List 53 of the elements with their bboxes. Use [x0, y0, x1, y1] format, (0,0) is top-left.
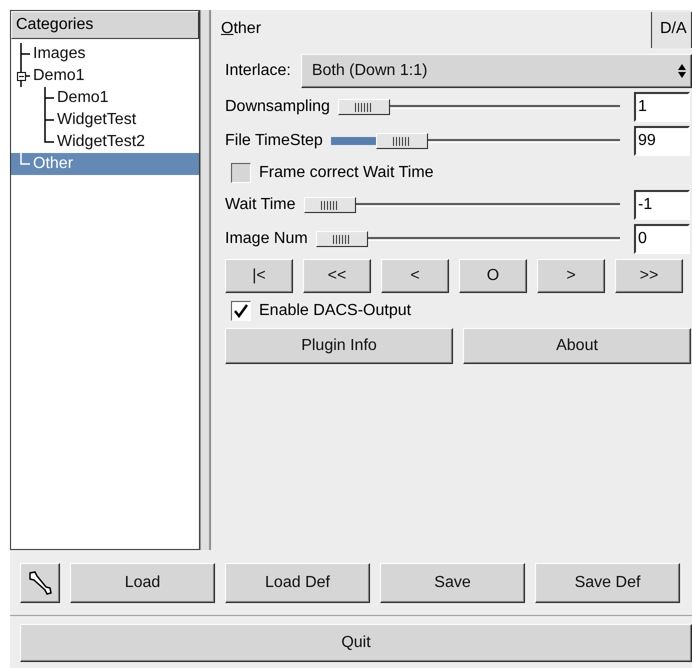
value-field[interactable]: 99	[634, 126, 690, 156]
slider-track[interactable]	[316, 230, 620, 248]
tree-item[interactable]: WidgetTest2	[11, 131, 199, 153]
navigation-button[interactable]: <	[381, 259, 449, 293]
navigation-button[interactable]: |<	[225, 259, 293, 293]
checkbox[interactable]	[231, 301, 251, 321]
tree-item[interactable]: WidgetTest	[11, 109, 199, 131]
action-button[interactable]: Save Def	[535, 562, 680, 602]
tree-branch-icon	[20, 65, 30, 87]
splitter-handle[interactable]	[200, 10, 210, 550]
checkmark-icon	[234, 304, 248, 318]
tree-branch-icon	[44, 87, 54, 109]
tree-item[interactable]: Other	[11, 153, 199, 175]
tree-item[interactable]: Demo1	[11, 65, 199, 87]
interlace-dropdown[interactable]: Both (Down 1:1)	[300, 54, 692, 88]
slider-thumb[interactable]	[316, 231, 368, 247]
slider-label: File TimeStep	[225, 131, 323, 151]
info-button[interactable]: About	[463, 328, 691, 364]
slider-thumb[interactable]	[338, 99, 390, 115]
navigation-button[interactable]: >>	[615, 259, 683, 293]
slider-track[interactable]	[304, 196, 620, 214]
navigation-button[interactable]: >	[537, 259, 605, 293]
tab[interactable]: Other	[213, 12, 652, 48]
action-button[interactable]: Load Def	[225, 562, 370, 602]
value-field[interactable]: -1	[634, 190, 690, 220]
checkbox[interactable]	[231, 163, 251, 183]
navigation-button[interactable]: O	[459, 259, 527, 293]
tree-branch-icon	[20, 43, 30, 65]
slider-thumb[interactable]	[304, 197, 356, 213]
info-button[interactable]: Plugin Info	[225, 328, 453, 364]
slider-thumb[interactable]	[376, 133, 428, 149]
value-field[interactable]: 1	[634, 92, 690, 122]
navigation-button[interactable]: <<	[303, 259, 371, 293]
checkbox-label: Enable DACS-Output	[259, 301, 412, 321]
column-header[interactable]: Categories	[11, 11, 199, 39]
tree-branch-icon	[20, 153, 30, 165]
interlace-label: Interlace:	[225, 61, 291, 81]
collapse-toggle-icon[interactable]	[17, 72, 26, 81]
tab[interactable]: D/A	[652, 12, 692, 48]
tree-item[interactable]: Images	[11, 43, 199, 65]
slider-label: Wait Time	[225, 195, 296, 215]
slider-track[interactable]	[330, 132, 620, 150]
slider-label: Image Num	[225, 229, 308, 249]
action-button[interactable]: Load	[70, 562, 215, 602]
slider-label: Downsampling	[225, 97, 330, 117]
tree-item[interactable]: Demo1	[11, 87, 199, 109]
action-button[interactable]: Save	[380, 562, 525, 602]
up-down-arrow-icon	[677, 63, 687, 79]
tool-button[interactable]	[20, 562, 60, 602]
value-field[interactable]: 0	[634, 224, 690, 254]
slider-track[interactable]	[338, 98, 620, 116]
checkbox-label: Frame correct Wait Time	[259, 163, 434, 183]
quit-button[interactable]: Quit	[20, 624, 692, 662]
